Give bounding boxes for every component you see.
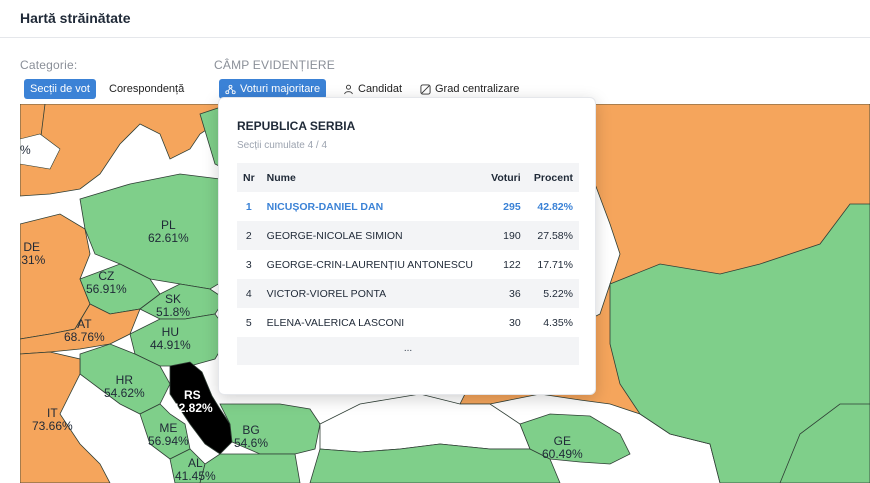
row-percent: 5.22% — [526, 279, 579, 308]
gauge-icon — [420, 83, 431, 95]
row-votes: 30 — [509, 316, 521, 329]
row-nr: 3 — [245, 258, 252, 271]
table-row: 1 NICUȘOR-DANIEL DAN 295 42.82% — [237, 192, 579, 221]
row-percent: 4.35% — [543, 316, 573, 329]
col-percent: Procent — [526, 163, 579, 192]
table-row: 2 GEORGE-NICOLAE SIMION 190 27.58% — [237, 221, 579, 250]
map-label-de: DE .31% — [20, 240, 46, 267]
row-nr: 1 — [245, 200, 252, 213]
highlight-candidate-button[interactable]: Candidat — [337, 79, 408, 99]
map-label-at: AT 68.76% — [64, 317, 105, 344]
map-label-fragment: % — [20, 143, 31, 157]
page-header: Hartă străinătate — [0, 0, 870, 38]
page-title: Hartă străinătate — [20, 10, 131, 26]
row-percent: 27.58% — [526, 221, 579, 250]
map-label-ge: GE 60.49% — [542, 434, 583, 461]
results-table: Nr Nume Voturi Procent 1 NICUȘOR-DANIEL … — [237, 163, 579, 337]
highlight-centralization-button[interactable]: Grad centralizare — [414, 79, 525, 99]
row-votes: 295 — [503, 200, 521, 213]
person-icon — [344, 84, 353, 94]
table-row: 5 ELENA-VALERICA LASCONI 30 4.35% — [237, 308, 579, 337]
highlight-field-label: CÂMP EVIDENȚIERE — [214, 58, 336, 72]
category-polling-stations-button[interactable]: Secții de vot — [24, 79, 96, 99]
map-label-me: ME 56.94% — [148, 421, 189, 448]
row-nr: 5 — [245, 316, 252, 329]
people-tree-icon — [225, 84, 236, 94]
map-label-rs: RS 42.82% — [172, 388, 213, 415]
table-row: 3 GEORGE-CRIN-LAURENȚIU ANTONESCU 122 17… — [237, 250, 579, 279]
map-label-hu: HU 44.91% — [150, 325, 191, 352]
col-votes: Voturi — [484, 163, 527, 192]
row-votes: 190 — [484, 221, 527, 250]
row-percent: 17.71% — [537, 258, 573, 271]
row-name: GEORGE-CRIN-LAURENȚIU ANTONESCU — [266, 258, 474, 271]
row-votes: 36 — [484, 279, 527, 308]
row-percent: 42.82% — [537, 200, 573, 213]
map-label-pl: PL 62.61% — [148, 218, 189, 245]
row-name: ELENA-VALERICA LASCONI — [266, 316, 405, 329]
popup-subtitle: Secții cumulate 4 / 4 — [237, 140, 328, 151]
highlight-majority-votes-button[interactable]: Voturi majoritare — [219, 79, 327, 99]
popup-title: REPUBLICA SERBIA — [237, 119, 356, 133]
row-name: NICUȘOR-DANIEL DAN — [266, 200, 384, 213]
col-name: Nume — [260, 163, 485, 192]
map-label-it: IT 73.66% — [32, 406, 73, 433]
table-header-row: Nr Nume Voturi Procent — [237, 163, 579, 192]
table-row: 4 VICTOR-VIOREL PONTA 36 5.22% — [237, 279, 579, 308]
map-label-cz: CZ 56.91% — [86, 269, 127, 296]
category-correspondence-button[interactable]: Corespondență — [103, 79, 190, 99]
map-label-sk: SK 51.8% — [156, 292, 191, 319]
more-rows-indicator[interactable]: ... — [237, 337, 579, 365]
col-nr: Nr — [237, 163, 261, 192]
row-name: GEORGE-NICOLAE SIMION — [260, 221, 485, 250]
map-label-al: AL 41.45% — [175, 456, 216, 483]
category-label: Categorie: — [20, 58, 78, 72]
country-tooltip-popup: REPUBLICA SERBIA Secții cumulate 4 / 4 N… — [218, 97, 596, 395]
row-votes: 122 — [503, 258, 521, 271]
row-nr: 4 — [237, 279, 261, 308]
map-label-hr: HR 54.62% — [104, 373, 145, 400]
map-label-bg: BG 54.6% — [234, 423, 269, 450]
row-name: VICTOR-VIOREL PONTA — [260, 279, 485, 308]
row-nr: 2 — [237, 221, 261, 250]
